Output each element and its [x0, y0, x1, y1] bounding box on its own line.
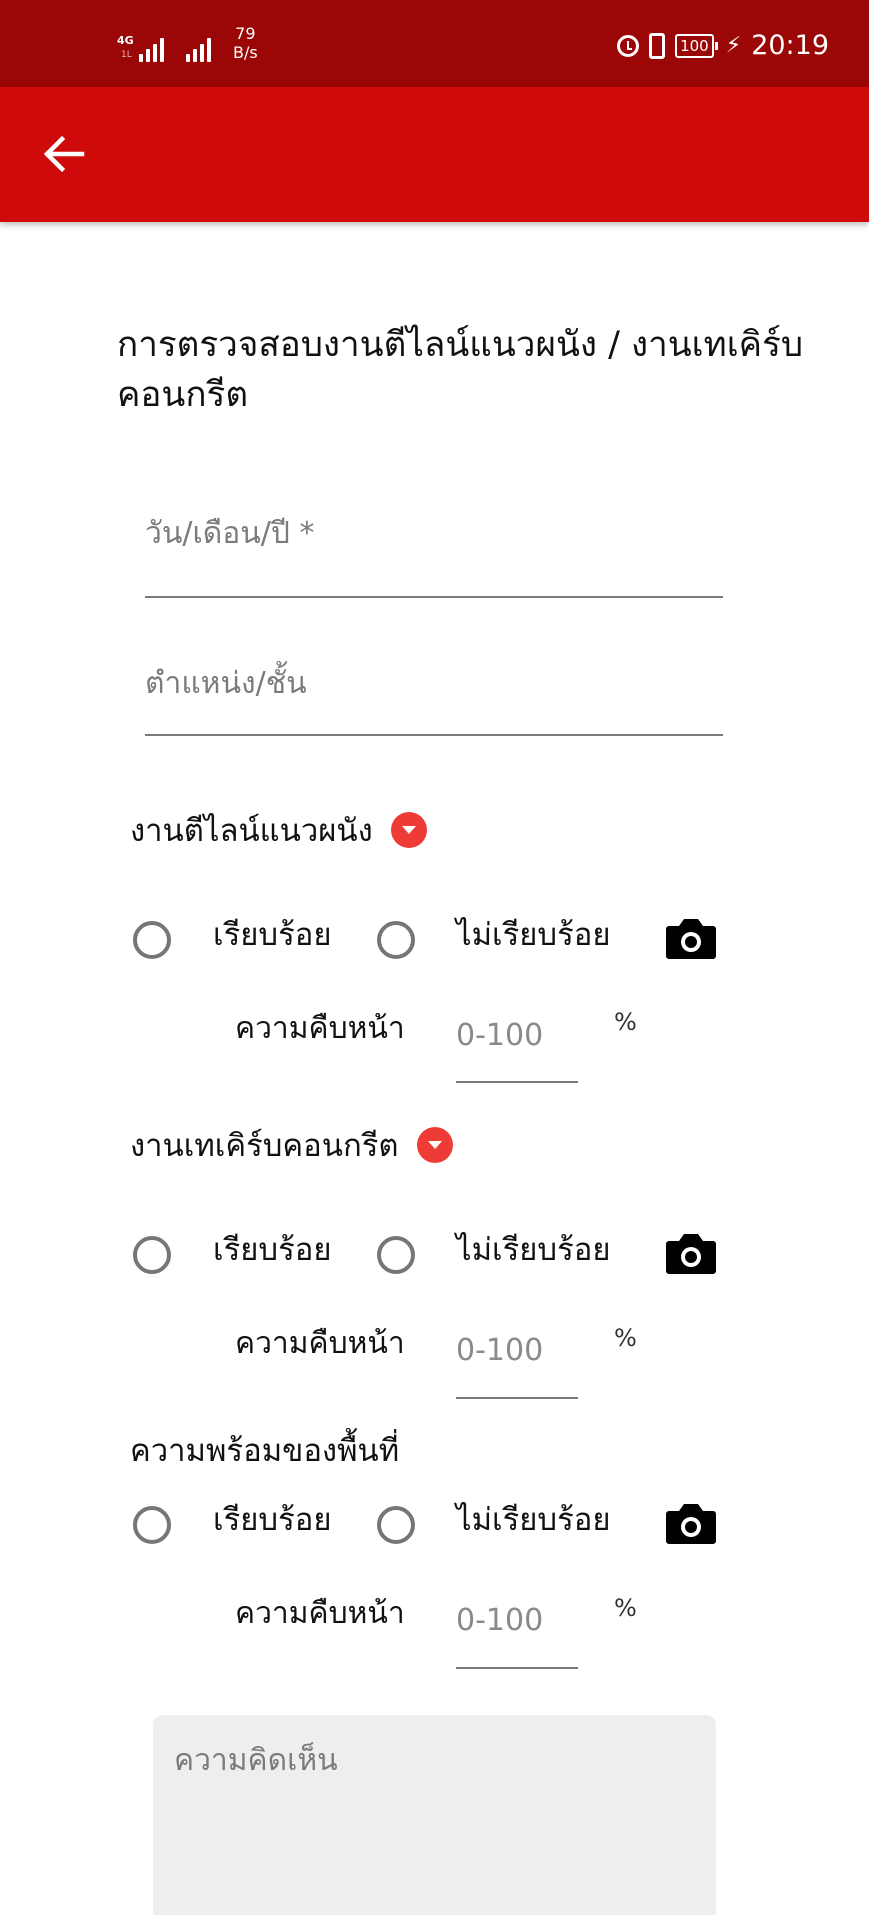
section-1-radio-ok[interactable]: [133, 921, 171, 959]
speed-unit: B/s: [233, 43, 258, 62]
app-bar: [0, 87, 869, 222]
location-field[interactable]: [145, 734, 723, 736]
camera-icon[interactable]: [665, 1501, 717, 1545]
section-2-title: งานเทเคิร์บคอนกรีต: [130, 1128, 399, 1164]
section-3-not-ok-label: ไม่เรียบร้อย: [456, 1502, 611, 1538]
status-bar: 4G 1L 79 B/s 100 ⚡ 20:19: [0, 0, 869, 87]
signal-icon-2: [186, 38, 211, 62]
section-2-not-ok-label: ไม่เรียบร้อย: [456, 1232, 611, 1268]
network-type: 4G: [117, 34, 134, 47]
section-3-ok-label: เรียบร้อย: [213, 1502, 332, 1538]
section-2-header: งานเทเคิร์บคอนกรีต: [130, 1120, 453, 1170]
page-title: การตรวจสอบงานตีไลน์แนวผนัง / งานเทเคิร์บ…: [117, 325, 804, 415]
section-2-ok-label: เรียบร้อย: [213, 1232, 332, 1268]
vibrate-icon: [649, 32, 666, 59]
section-1-ok-label: เรียบร้อย: [213, 917, 332, 953]
system-indicators: 100 ⚡ 20:19: [617, 30, 829, 61]
camera-icon[interactable]: [665, 1231, 717, 1275]
section-1-progress-placeholder: 0-100: [456, 1018, 544, 1053]
section-1-header: งานตีไลน์แนวผนัง: [130, 805, 427, 855]
section-1-percent-unit: %: [614, 1008, 637, 1036]
section-2-progress-label: ความคืบหน้า: [235, 1326, 405, 1361]
section-3-radio-ok[interactable]: [133, 1506, 171, 1544]
arrow-left-icon[interactable]: [40, 131, 86, 177]
section-2-radio-ok[interactable]: [133, 1236, 171, 1274]
section-3-progress-placeholder: 0-100: [456, 1603, 544, 1638]
section-1-not-ok-label: ไม่เรียบร้อย: [456, 917, 611, 953]
network-indicators: 4G 1L 79 B/s: [117, 24, 258, 62]
dropdown-icon[interactable]: [416, 1127, 453, 1163]
section-1-radio-not-ok[interactable]: [377, 921, 415, 959]
section-1-progress-label: ความคืบหน้า: [235, 1011, 405, 1046]
section-2-radio-not-ok[interactable]: [377, 1236, 415, 1274]
network-speed: 79 B/s: [233, 24, 258, 62]
location-field-placeholder: ตำแหน่ง/ชั้น: [145, 666, 307, 701]
section-3-title: ความพร้อมของพื้นที่: [130, 1433, 400, 1469]
section-1-progress-input[interactable]: [456, 1081, 578, 1083]
section-3-progress-label: ความคืบหน้า: [235, 1596, 405, 1631]
network-sub: 1L: [121, 50, 132, 60]
clock: 20:19: [751, 30, 829, 61]
section-2-percent-unit: %: [614, 1324, 637, 1352]
date-field[interactable]: [145, 596, 723, 598]
date-field-placeholder: วัน/เดือน/ปี *: [145, 516, 315, 551]
section-3-progress-input[interactable]: [456, 1667, 578, 1669]
dropdown-icon[interactable]: [390, 812, 427, 848]
section-3-header: ความพร้อมของพื้นที่: [130, 1425, 399, 1475]
battery-icon: 100: [675, 33, 718, 58]
section-2-progress-placeholder: 0-100: [456, 1333, 544, 1368]
signal-icon: 4G 1L: [117, 34, 164, 62]
section-3-radio-not-ok[interactable]: [377, 1506, 415, 1544]
section-2-progress-input[interactable]: [456, 1397, 578, 1399]
section-3-percent-unit: %: [614, 1594, 637, 1622]
comment-textarea[interactable]: ความคิดเห็น: [153, 1715, 716, 1915]
comment-placeholder: ความคิดเห็น: [174, 1743, 338, 1778]
speed-value: 79: [235, 24, 256, 43]
camera-icon[interactable]: [665, 916, 717, 960]
section-1-title: งานตีไลน์แนวผนัง: [130, 813, 373, 849]
alarm-icon: [617, 34, 640, 57]
charging-icon: ⚡: [725, 33, 742, 58]
